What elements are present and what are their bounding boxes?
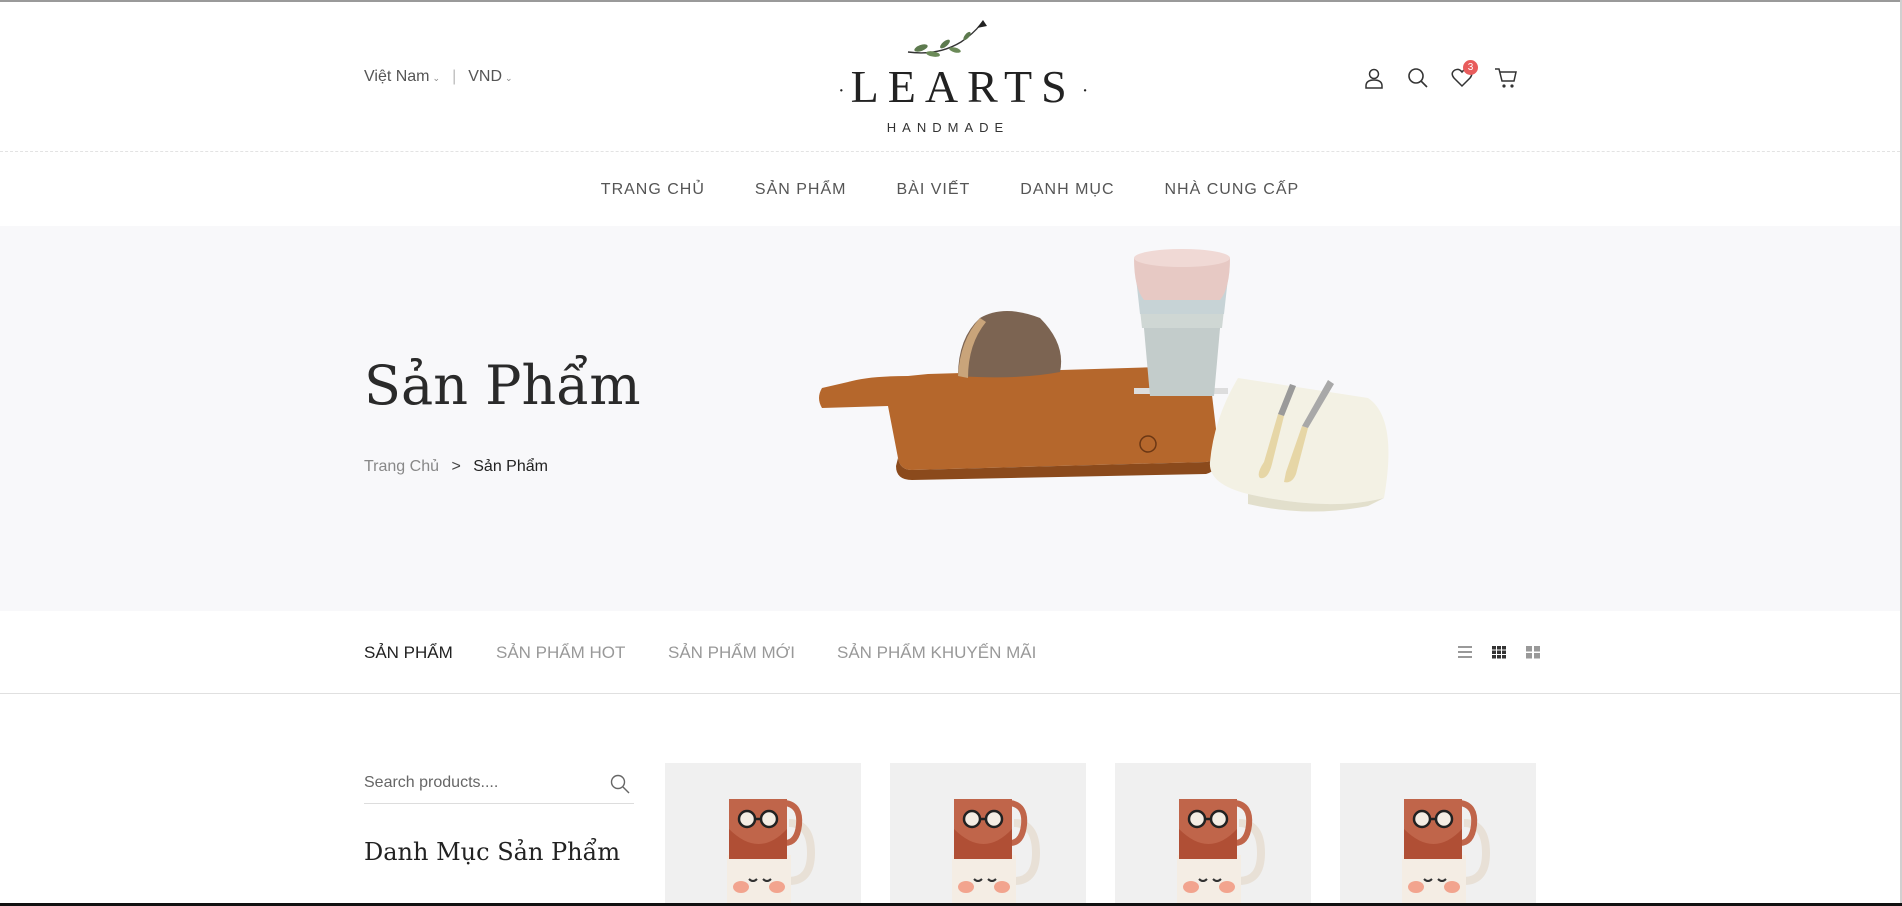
product-image (727, 799, 816, 906)
nav-posts[interactable]: BÀI VIẾT (896, 181, 970, 199)
tab-hot-products[interactable]: SẢN PHẨM HOT (496, 643, 625, 663)
nav-categories[interactable]: DANH MỤC (1020, 181, 1114, 199)
grid-view-icon[interactable] (1482, 643, 1516, 661)
search-icon[interactable] (610, 774, 630, 799)
search-icon[interactable] (1396, 64, 1440, 92)
wishlist-count-badge: 3 (1463, 60, 1478, 75)
country-dropdown[interactable]: Việt Nam ⌄ (364, 68, 440, 86)
page-title: Sản Phẩm (364, 354, 641, 417)
view-toggle (1448, 643, 1550, 661)
tab-sale-products[interactable]: SẢN PHẨM KHUYẾN MÃI (837, 643, 1036, 663)
tab-new-products[interactable]: SẢN PHẨM MỚI (668, 643, 795, 663)
locale-selector: Việt Nam ⌄ | VND ⌄ (364, 68, 513, 86)
product-search (364, 768, 634, 804)
product-card[interactable] (890, 763, 1086, 906)
nav-products[interactable]: SẢN PHẨM (755, 181, 847, 199)
site-header: Việt Nam ⌄ | VND ⌄ · LEARTS · HANDMADE 3 (0, 2, 1900, 152)
banner-image (819, 249, 1389, 512)
chevron-down-icon: ⌄ (505, 73, 513, 83)
wishlist-icon[interactable]: 3 (1440, 60, 1484, 92)
category-heading: Danh Mục Sản Phẩm (364, 838, 621, 866)
chevron-down-icon: ⌄ (432, 73, 441, 83)
logo-text: LEARTS (850, 61, 1076, 112)
main-nav: TRANG CHỦ SẢN PHẨM BÀI VIẾT DANH MỤC NHÀ… (0, 153, 1900, 226)
header-actions: 3 (1352, 60, 1528, 92)
breadcrumb: Trang Chủ > Sản Phẩm (364, 458, 548, 476)
search-input[interactable] (364, 768, 594, 798)
breadcrumb-separator: > (451, 458, 461, 475)
nav-suppliers[interactable]: NHÀ CUNG CẤP (1165, 181, 1300, 199)
cart-icon[interactable] (1484, 64, 1528, 92)
page-banner: Sản Phẩm Trang Chủ > Sản Phẩm (0, 226, 1900, 611)
product-image (952, 799, 1041, 906)
currency-dropdown[interactable]: VND ⌄ (468, 68, 512, 86)
tab-products[interactable]: SẢN PHẨM (364, 643, 453, 663)
list-view-icon[interactable] (1448, 643, 1482, 661)
product-card[interactable] (665, 763, 861, 906)
large-grid-view-icon[interactable] (1516, 643, 1550, 661)
logo-subtext: HANDMADE (886, 120, 1010, 136)
locale-separator: | (452, 68, 457, 85)
breadcrumb-home-link[interactable]: Trang Chủ (364, 458, 439, 475)
account-icon[interactable] (1352, 64, 1396, 92)
product-card[interactable] (1115, 763, 1311, 906)
site-logo[interactable]: · LEARTS · HANDMADE (832, 20, 1088, 138)
product-tabs: SẢN PHẨM SẢN PHẨM HOT SẢN PHẨM MỚI SẢN P… (0, 611, 1900, 694)
product-image (1402, 799, 1491, 906)
breadcrumb-current: Sản Phẩm (473, 458, 548, 475)
nav-home[interactable]: TRANG CHỦ (601, 181, 705, 199)
olive-branch-icon (907, 20, 987, 57)
product-image (1177, 799, 1266, 906)
product-card[interactable] (1340, 763, 1536, 906)
